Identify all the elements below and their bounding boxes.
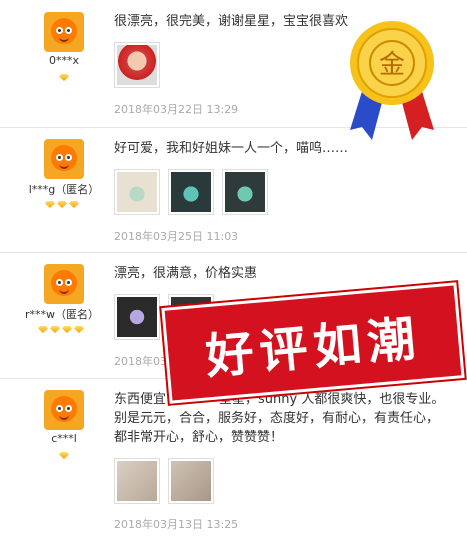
diamond-icon: [59, 452, 69, 459]
diamond-icon: [57, 201, 67, 208]
medal-text: 金: [379, 50, 405, 80]
avatar[interactable]: [44, 12, 84, 52]
username: 0***x: [48, 54, 79, 67]
diamond-icon: [59, 74, 69, 81]
review-photo[interactable]: [114, 42, 160, 88]
diamond-icon: [74, 326, 84, 333]
username: c***l: [51, 432, 77, 445]
level-diamonds: [38, 326, 84, 334]
review-photo[interactable]: [222, 169, 268, 215]
username: r***w（匿名）: [24, 308, 100, 321]
level-diamonds: [59, 74, 69, 82]
diamond-icon: [69, 201, 79, 208]
review-photo[interactable]: [114, 458, 160, 504]
review-photo[interactable]: [168, 169, 214, 215]
gold-medal-icon: 金: [350, 21, 434, 140]
review-date: 2018年03月13日 13:25: [114, 518, 239, 531]
review-photo[interactable]: [114, 294, 160, 340]
review-item: c***l 东西便宜， 星星，sunny 人都很爽快，也很专业。 别是元元，合合，…: [0, 378, 467, 544]
review-text: 东西便宜， 星星，sunny 人都很爽快，也很专业。 别是元元，合合，服务好，态度…: [114, 392, 445, 445]
diamond-icon: [38, 326, 48, 333]
review-text: 好可爱，我和好姐妹一人一个，喵呜……: [114, 141, 349, 156]
review-photo[interactable]: [168, 458, 214, 504]
review-photo[interactable]: [114, 169, 160, 215]
review-photos: [114, 458, 214, 504]
avatar[interactable]: [44, 390, 84, 430]
review-item: l***g（匿名） 好可爱，我和好姐妹一人一个，喵呜…… 2018年03月25日…: [0, 127, 467, 253]
review-date: 2018年03月25日 11:03: [114, 230, 239, 243]
diamond-icon: [50, 326, 60, 333]
diamond-icon: [45, 201, 55, 208]
avatar[interactable]: [44, 139, 84, 179]
banner-text: 好评如潮: [203, 310, 424, 386]
review-photos: [114, 169, 268, 215]
level-diamonds: [59, 452, 69, 460]
review-text: 很漂亮，很完美，谢谢星星，宝宝很喜欢: [114, 14, 349, 29]
diamond-icon: [62, 326, 72, 333]
avatar[interactable]: [44, 264, 84, 304]
level-diamonds: [45, 201, 79, 209]
review-date: 2018年03月22日 13:29: [114, 103, 239, 116]
review-photos: [114, 42, 160, 88]
review-text: 漂亮，很满意，价格实惠: [114, 266, 258, 281]
username: l***g（匿名）: [28, 183, 100, 196]
